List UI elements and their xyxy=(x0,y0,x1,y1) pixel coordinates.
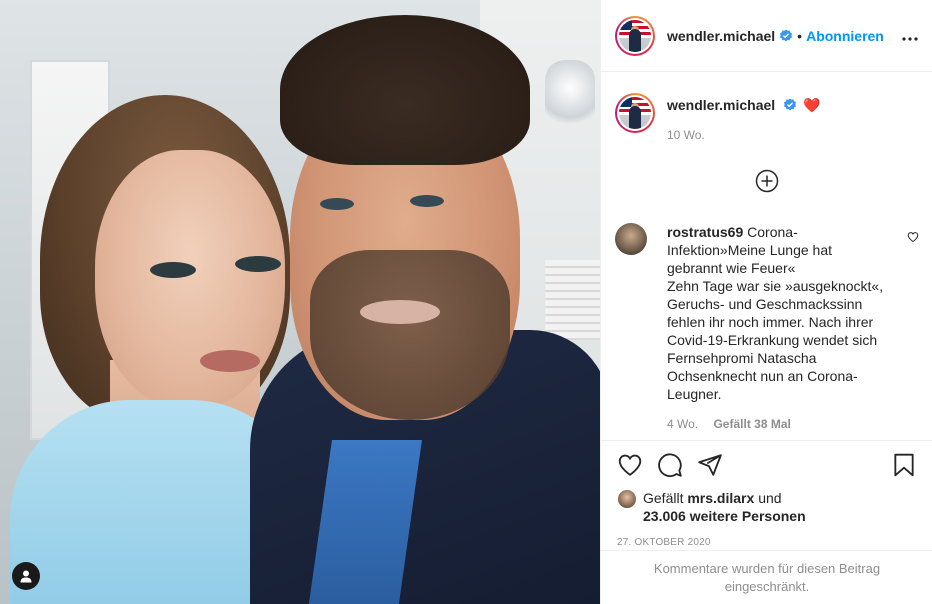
caption-author-avatar-image xyxy=(619,97,651,129)
comment-text-line: gebrannt wie Feuer« xyxy=(667,260,796,276)
photo-man-beard xyxy=(310,250,510,420)
liked-by-prefix: Gefällt xyxy=(643,490,684,506)
liked-by-summary: Gefällt mrs.dilarx und 23.006 weitere Pe… xyxy=(601,489,932,525)
author-username[interactable]: wendler.michael xyxy=(667,28,775,44)
comment-text-line: Infektion»Meine Lunge hat xyxy=(667,242,833,258)
save-button[interactable] xyxy=(891,452,917,478)
add-comment-icon xyxy=(755,169,779,193)
photo-background-chandelier xyxy=(545,60,595,130)
comment-text-line: Fernsehpromi Natascha xyxy=(667,350,817,366)
comments-section[interactable]: wendler.michael ❤️ 10 Wo. rostratus69 Co… xyxy=(601,73,932,440)
comment-text-line: fehlen ihr noch immer. Nach ihrer xyxy=(667,314,874,330)
user-tag-icon xyxy=(20,570,32,583)
photo-background-shutter xyxy=(545,260,600,340)
comment-button[interactable] xyxy=(657,452,683,478)
caption-emoji: ❤️ xyxy=(802,97,821,113)
action-bar xyxy=(601,441,932,489)
share-icon xyxy=(698,454,722,476)
commenter-avatar[interactable] xyxy=(615,223,647,255)
photo-woman-face xyxy=(95,150,285,410)
post-photo[interactable] xyxy=(0,0,600,604)
caption-author[interactable]: wendler.michael xyxy=(667,97,775,113)
comment-likes[interactable]: Gefällt 38 Mal xyxy=(713,417,790,431)
caption-timestamp[interactable]: 10 Wo. xyxy=(667,128,820,142)
caption-author-avatar[interactable] xyxy=(615,93,655,133)
photo-man-eye xyxy=(320,198,354,210)
photo-man-mouth xyxy=(360,300,440,324)
comment-text-line: Leugner. xyxy=(667,386,722,402)
liked-by-count[interactable]: 23.006 weitere Personen xyxy=(643,508,806,524)
user-tag-button[interactable] xyxy=(12,562,40,590)
post-actions-section: Gefällt mrs.dilarx und 23.006 weitere Pe… xyxy=(601,440,932,548)
comment-text-line: Zehn Tage war sie »ausgeknockt«, xyxy=(667,278,884,294)
author-avatar[interactable] xyxy=(615,15,655,56)
photo-woman-lips xyxy=(200,350,260,372)
heart-icon xyxy=(618,454,642,476)
liked-by-conj: und xyxy=(758,490,782,506)
more-options-button[interactable] xyxy=(902,25,918,46)
comment-text-line: Corona- xyxy=(747,224,798,240)
photo-man-hair xyxy=(280,15,530,165)
comment-icon xyxy=(658,453,682,477)
separator-dot: • xyxy=(797,27,803,44)
photo-woman-eye xyxy=(235,256,281,272)
follow-button[interactable]: Abonnieren xyxy=(806,28,884,44)
bookmark-icon xyxy=(894,453,914,477)
post-header: wendler.michael • Abonnieren xyxy=(601,0,932,72)
comments-restricted-notice: Kommentare wurden für diesen Beitrag ein… xyxy=(601,550,932,604)
verified-icon xyxy=(779,29,793,43)
commenter-username[interactable]: rostratus69 xyxy=(667,224,743,240)
like-button[interactable] xyxy=(617,452,643,478)
comment-like-heart-icon[interactable] xyxy=(907,231,919,243)
more-icon xyxy=(902,37,918,41)
comment-text-line: Covid-19-Erkrankung wendet sich xyxy=(667,332,878,348)
photo-man-eye xyxy=(410,195,444,207)
verified-icon xyxy=(783,98,797,112)
comment-text-line: Ochsenknecht nun an Corona- xyxy=(667,368,858,384)
comment-meta: 4 Wo. Gefällt 38 Mal xyxy=(667,415,895,433)
comment-text-line: Geruchs- und Geschmackssinn xyxy=(667,296,863,312)
comment-item: rostratus69 Corona- Infektion»Meine Lung… xyxy=(615,223,919,433)
author-avatar-image xyxy=(619,19,651,52)
post-date[interactable]: 27. OKTOBER 2020 xyxy=(601,537,932,548)
post-caption: wendler.michael ❤️ 10 Wo. xyxy=(601,73,932,142)
liked-by-user[interactable]: mrs.dilarx xyxy=(687,490,754,506)
comment-timestamp[interactable]: 4 Wo. xyxy=(667,417,698,431)
liked-by-avatar[interactable] xyxy=(617,489,637,509)
post-sidebar: wendler.michael • Abonnieren wendler.mic… xyxy=(600,0,932,604)
load-more-comments-button[interactable] xyxy=(755,169,779,193)
photo-woman-eye xyxy=(150,262,196,278)
share-button[interactable] xyxy=(697,452,723,478)
